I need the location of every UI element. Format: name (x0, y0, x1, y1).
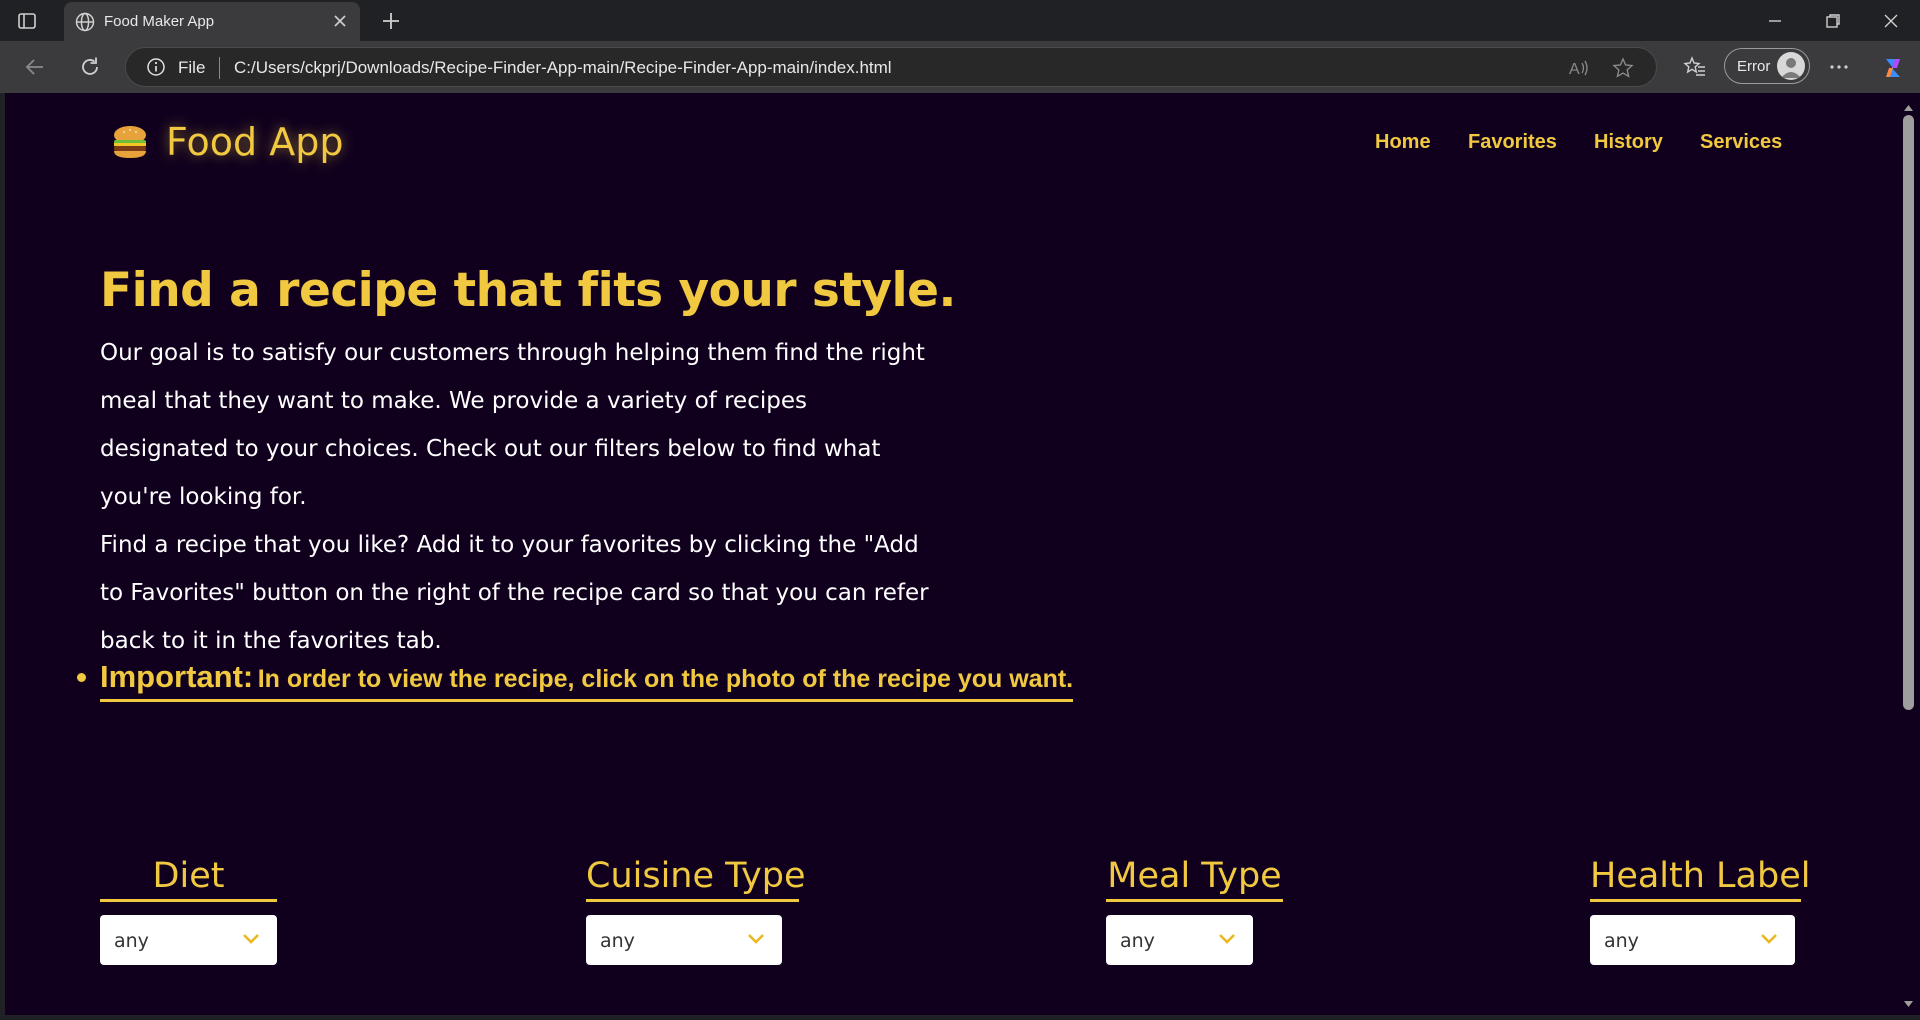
nav-history[interactable]: History (1594, 131, 1663, 154)
read-aloud-icon[interactable]: A (1568, 57, 1590, 79)
chevron-down-icon (746, 932, 766, 946)
filter-label: Cuisine Type (586, 856, 806, 902)
svg-text:A: A (1569, 61, 1580, 78)
site-info-icon[interactable] (146, 57, 166, 77)
filter-label: Meal Type (1106, 856, 1283, 902)
restore-icon[interactable] (1822, 10, 1844, 32)
favorites-collection-icon[interactable] (1683, 55, 1707, 79)
nav-home[interactable]: Home (1375, 131, 1431, 154)
important-text: In order to view the recipe, click on th… (257, 665, 1074, 693)
chevron-down-icon (1759, 932, 1779, 946)
tab-strip: Food Maker App (0, 0, 1920, 41)
health-label-select[interactable]: any (1590, 915, 1795, 965)
brand[interactable]: Food App (110, 120, 343, 164)
chevron-down-icon (1217, 932, 1237, 946)
favorite-star-icon[interactable] (1612, 57, 1634, 79)
intro-paragraph-2: Find a recipe that you like? Add it to y… (100, 532, 929, 654)
minimize-icon[interactable] (1764, 10, 1786, 32)
filter-label: Diet (100, 856, 277, 902)
page-scrollbar[interactable] (1897, 93, 1920, 1015)
brand-name: Food App (166, 120, 344, 164)
browser-toolbar: File C:/Users/ckprj/Downloads/Recipe-Fin… (0, 41, 1920, 93)
scrollbar-thumb[interactable] (1903, 115, 1914, 710)
meal-type-select[interactable]: any (1106, 915, 1253, 965)
tab-title: Food Maker App (104, 13, 215, 30)
cuisine-type-select[interactable]: any (586, 915, 782, 965)
burger-icon (110, 122, 150, 162)
page-viewport: Food App Home Favorites History Services… (5, 93, 1897, 1015)
new-tab-icon[interactable] (380, 10, 402, 32)
globe-icon (74, 11, 96, 33)
close-window-icon[interactable] (1880, 10, 1902, 32)
select-value: any (114, 930, 149, 952)
filter-label: Health Label (1590, 856, 1810, 902)
reload-icon[interactable] (77, 54, 103, 80)
important-label: Important: (100, 659, 254, 694)
profile-error-button[interactable]: Error (1724, 48, 1810, 84)
intro-paragraph-1: Our goal is to satisfy our customers thr… (100, 340, 925, 510)
scroll-down-icon[interactable] (1903, 996, 1914, 1007)
close-tab-icon[interactable] (330, 11, 350, 31)
profile-status: Error (1737, 58, 1771, 75)
bullet-icon (77, 673, 86, 682)
active-tab[interactable]: Food Maker App (64, 2, 360, 41)
select-value: any (1604, 930, 1639, 952)
intro-text: Our goal is to satisfy our customers thr… (100, 329, 930, 665)
hero-title: Find a recipe that fits your style. (100, 263, 956, 318)
scroll-up-icon[interactable] (1903, 100, 1914, 111)
important-line: Important: In order to view the recipe, … (100, 659, 1074, 702)
more-options-icon[interactable] (1827, 55, 1851, 79)
diet-select[interactable]: any (100, 915, 277, 965)
url-text[interactable]: C:/Users/ckprj/Downloads/Recipe-Finder-A… (234, 58, 892, 78)
select-value: any (1120, 930, 1155, 952)
select-value: any (600, 930, 635, 952)
back-icon[interactable] (22, 54, 48, 80)
avatar-icon (1777, 52, 1805, 80)
nav-favorites[interactable]: Favorites (1468, 131, 1557, 154)
copilot-icon[interactable] (1880, 55, 1904, 79)
tab-actions-icon[interactable] (16, 10, 38, 32)
url-scheme: File (178, 58, 206, 77)
chevron-down-icon (241, 932, 261, 946)
nav-services[interactable]: Services (1700, 131, 1782, 154)
url-separator (219, 57, 220, 79)
address-bar[interactable]: File C:/Users/ckprj/Downloads/Recipe-Fin… (125, 47, 1657, 87)
